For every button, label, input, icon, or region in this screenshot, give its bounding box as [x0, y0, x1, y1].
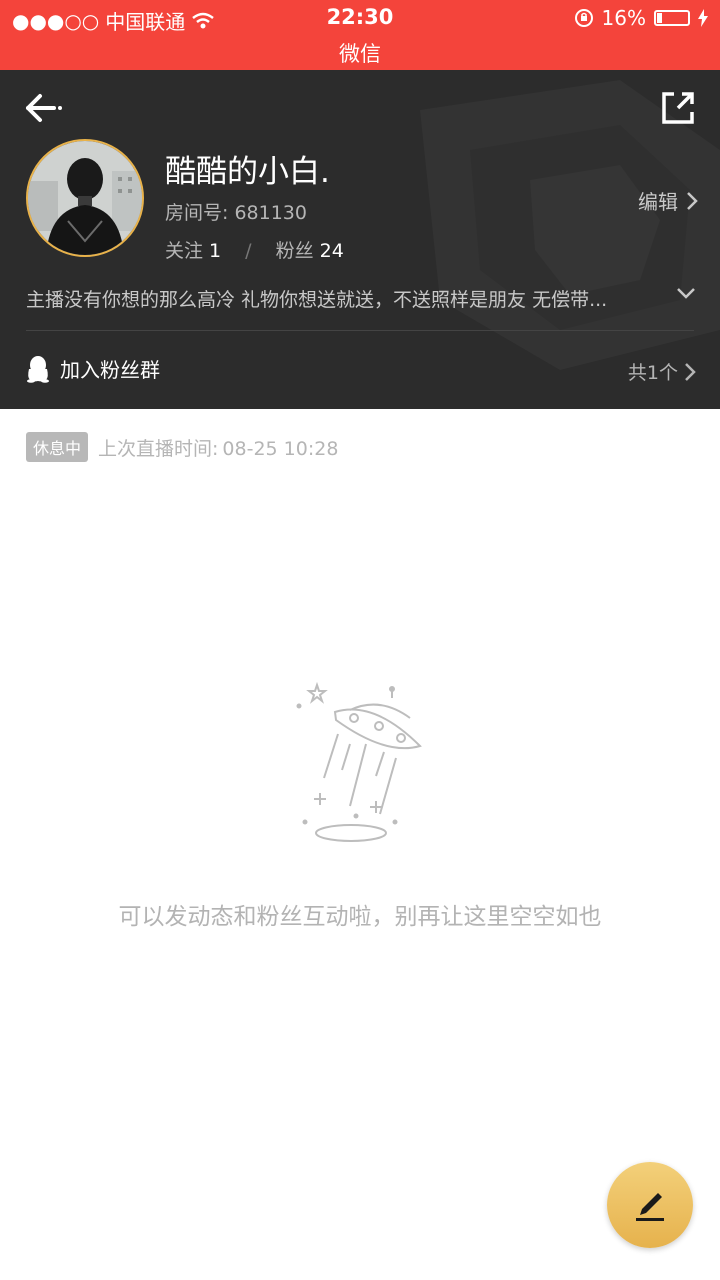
- last-live-label: 上次直播时间:: [98, 437, 219, 460]
- profile-name: 酷酷的小白.: [165, 154, 330, 190]
- following-count: 1: [209, 240, 222, 262]
- share-icon[interactable]: [658, 88, 698, 128]
- profile-header: 酷酷的小白. 房间号: 681130 关注 1 / 粉丝 24 编辑 主播没有你想的…: [0, 70, 720, 409]
- compose-post-button[interactable]: [607, 1162, 693, 1248]
- battery-percent: 16%: [601, 6, 646, 30]
- room-info: 房间号: 681130: [165, 198, 307, 225]
- app-name: 微信: [339, 42, 381, 66]
- fan-group-label: 加入粉丝群: [60, 358, 160, 382]
- room-number: 681130: [234, 202, 307, 224]
- ufo-illustration-icon: [296, 681, 422, 842]
- room-label: 房间号:: [165, 202, 229, 224]
- chevron-right-icon: [685, 362, 696, 381]
- follow-stats: 关注 1 / 粉丝 24: [165, 236, 344, 263]
- charging-icon: [698, 9, 708, 27]
- header-divider: [26, 330, 694, 331]
- last-live-time: 08-25 10:28: [222, 437, 339, 460]
- following-stat[interactable]: 关注 1: [165, 240, 227, 262]
- fan-group-count: 共1个: [627, 362, 678, 384]
- profile-bio: 主播没有你想的那么高冷 礼物你想送就送，不送照样是朋友 无偿带...: [26, 289, 608, 311]
- edit-button[interactable]: 编辑: [638, 186, 698, 215]
- join-fan-group-button[interactable]: 加入粉丝群: [26, 354, 160, 383]
- fans-stat[interactable]: 粉丝 24: [276, 240, 344, 262]
- qq-penguin-icon: [27, 355, 49, 383]
- status-badge: 休息中: [26, 432, 89, 462]
- empty-state-text: 可以发动态和粉丝互动啦，别再让这里空空如也: [118, 904, 602, 930]
- last-live-info: 上次直播时间: 08-25 10:28: [98, 434, 338, 461]
- back-arrow-icon[interactable]: [22, 90, 66, 126]
- orientation-lock-icon: [574, 9, 593, 27]
- pen-icon: [636, 1193, 664, 1221]
- fan-group-count-link[interactable]: 共1个: [628, 358, 696, 385]
- edit-label: 编辑: [638, 190, 678, 214]
- status-bar: ●●●○○ 中国联通 22:30 微信 16%: [0, 0, 720, 70]
- fans-count: 24: [319, 240, 344, 262]
- chevron-right-icon: [687, 191, 698, 210]
- fans-label: 粉丝: [275, 240, 314, 262]
- stats-separator: /: [245, 240, 252, 262]
- status-right: 16%: [574, 6, 708, 30]
- battery-fill: [657, 13, 662, 23]
- chevron-down-icon[interactable]: [676, 286, 696, 300]
- battery-icon: [654, 10, 690, 26]
- live-status-row: 休息中 上次直播时间: 08-25 10:28: [26, 432, 338, 462]
- following-label: 关注: [165, 240, 204, 262]
- avatar[interactable]: [26, 139, 144, 257]
- avatar-image: [28, 141, 142, 255]
